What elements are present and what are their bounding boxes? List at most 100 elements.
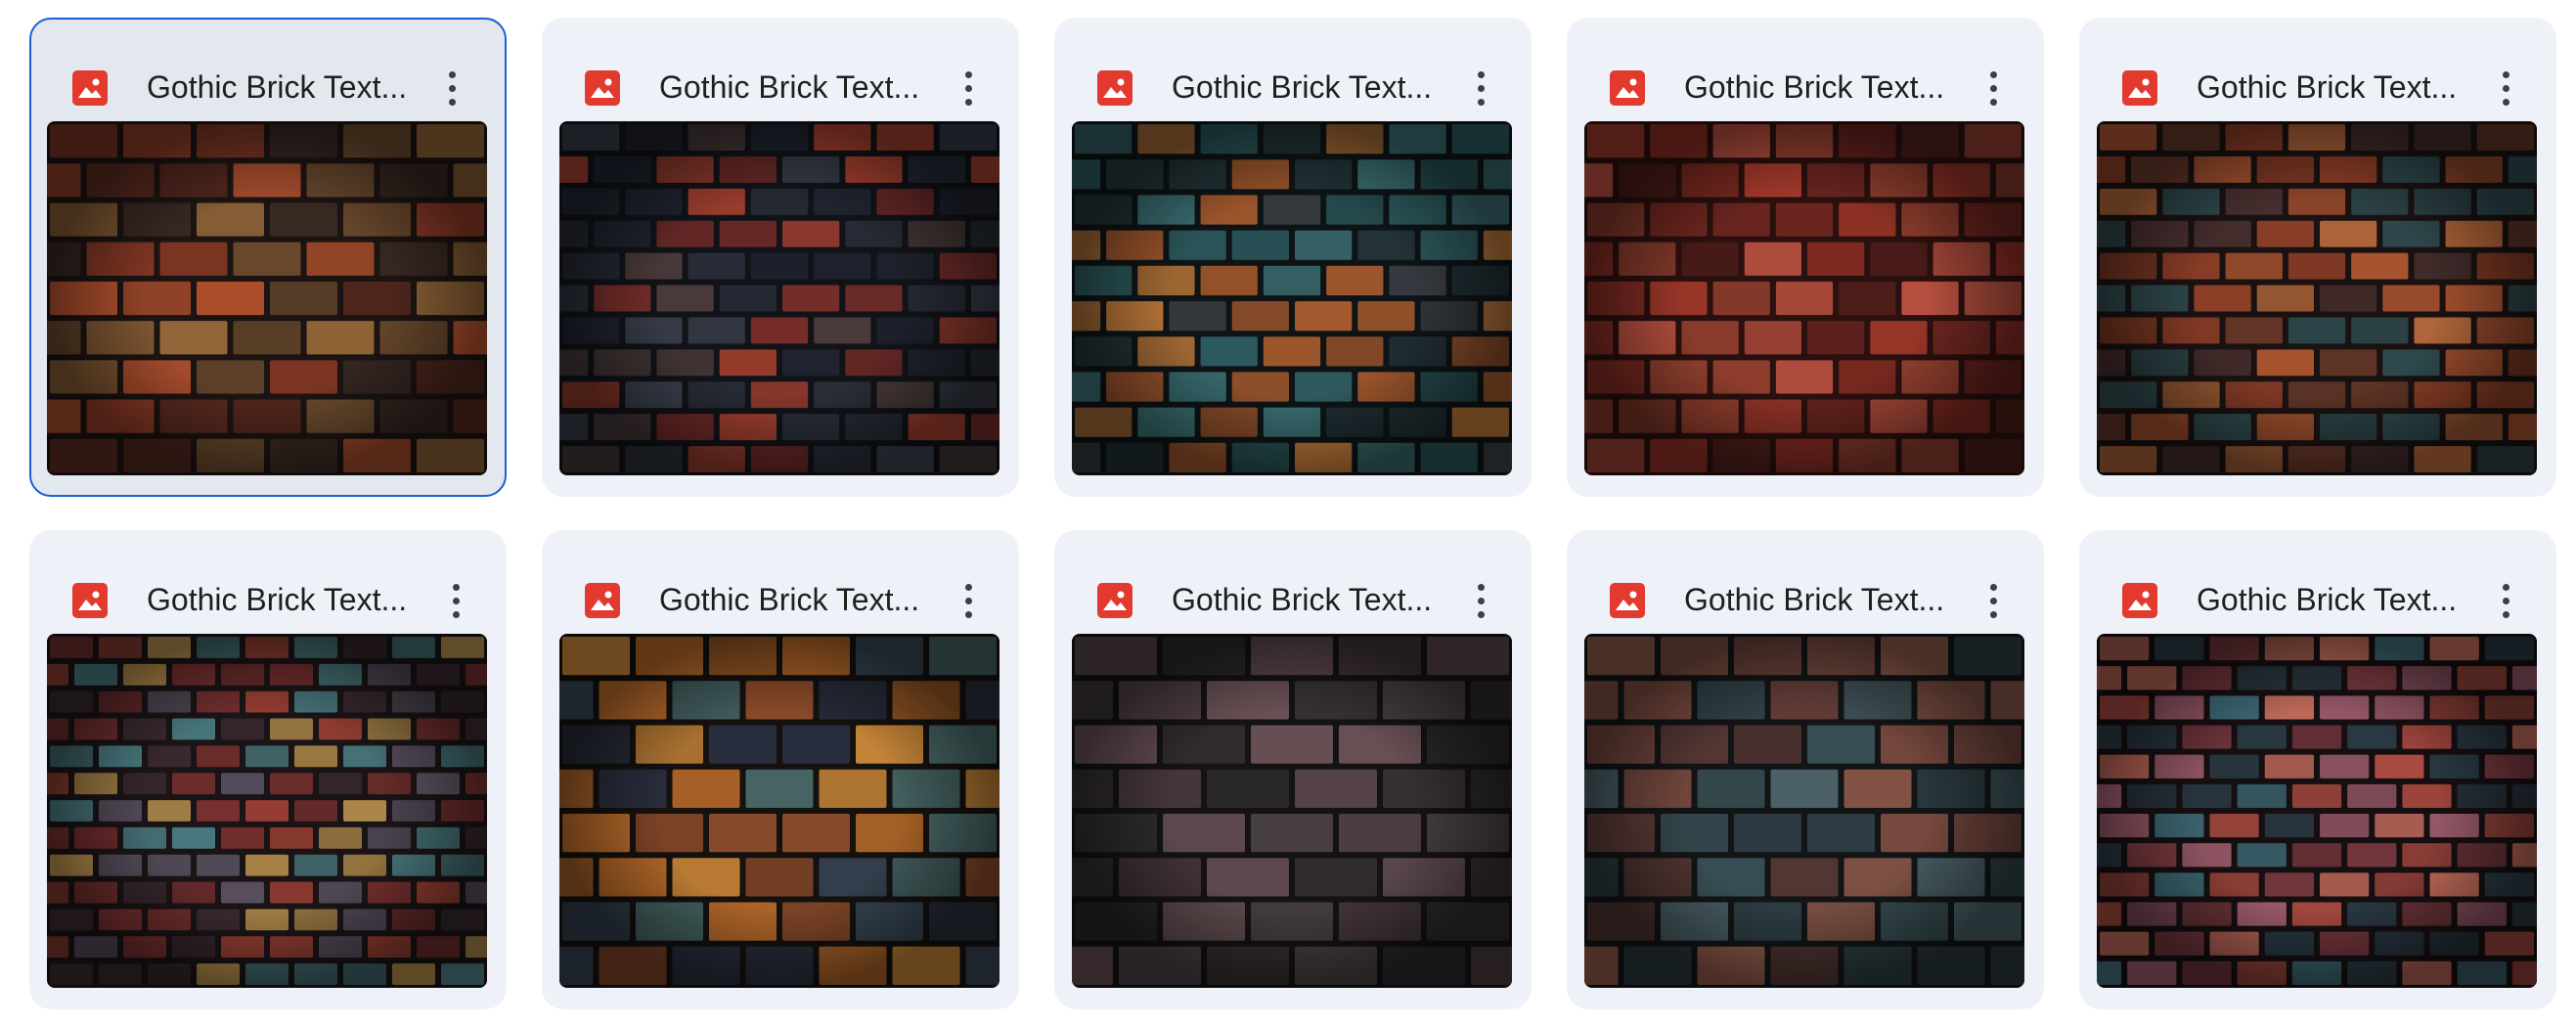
file-card-header: Gothic Brick Text... — [542, 18, 1019, 123]
image-file-icon — [1610, 583, 1645, 618]
file-thumbnail[interactable] — [2097, 634, 2537, 988]
more-vert-icon — [2503, 584, 2509, 591]
brick-texture-image — [559, 634, 999, 988]
more-vert-icon — [965, 584, 972, 591]
file-thumbnail[interactable] — [559, 121, 999, 475]
more-vert-icon-dot — [2503, 99, 2509, 106]
file-card[interactable]: Gothic Brick Text... — [1567, 18, 2044, 497]
file-thumbnail[interactable] — [1584, 634, 2024, 988]
image-file-icon — [1097, 583, 1133, 618]
file-title[interactable]: Gothic Brick Text... — [1172, 67, 1436, 108]
more-vert-icon — [1990, 71, 1997, 78]
file-title[interactable]: Gothic Brick Text... — [1172, 579, 1436, 620]
more-vert-icon-dot — [2503, 598, 2509, 604]
file-card[interactable]: Gothic Brick Text... — [29, 530, 507, 1009]
more-vert-icon — [2503, 71, 2509, 78]
more-actions-button[interactable] — [2478, 573, 2533, 628]
file-thumbnail[interactable] — [47, 121, 487, 475]
image-file-icon — [2122, 70, 2157, 106]
image-file-icon — [72, 583, 108, 618]
more-vert-icon-dot — [2503, 85, 2509, 92]
more-vert-icon-dot — [449, 99, 456, 106]
file-card[interactable]: Gothic Brick Text... — [1054, 530, 1532, 1009]
more-vert-icon-dot — [1990, 611, 1997, 618]
more-vert-icon-dot — [965, 99, 972, 106]
more-vert-icon-dot — [449, 85, 456, 92]
file-card-header: Gothic Brick Text... — [2079, 530, 2556, 636]
file-card-header: Gothic Brick Text... — [1567, 18, 2044, 123]
more-vert-icon — [1478, 71, 1485, 78]
file-title[interactable]: Gothic Brick Text... — [2197, 579, 2461, 620]
brick-texture-image — [1072, 634, 1512, 988]
file-thumbnail[interactable] — [1584, 121, 2024, 475]
file-card[interactable]: Gothic Brick Text... — [1567, 530, 2044, 1009]
more-actions-button[interactable] — [941, 61, 996, 115]
file-card-header: Gothic Brick Text... — [1567, 530, 2044, 636]
brick-texture-image — [1072, 121, 1512, 475]
more-vert-icon — [1990, 584, 1997, 591]
file-thumbnail[interactable] — [47, 634, 487, 988]
file-title[interactable]: Gothic Brick Text... — [659, 67, 923, 108]
more-vert-icon-dot — [1990, 598, 1997, 604]
file-card-header: Gothic Brick Text... — [2079, 18, 2556, 123]
brick-texture-image — [47, 634, 487, 988]
more-vert-icon-dot — [1990, 85, 1997, 92]
more-vert-icon-dot — [965, 598, 972, 604]
brick-texture-image — [559, 121, 999, 475]
image-file-icon — [585, 583, 620, 618]
more-actions-button[interactable] — [424, 61, 479, 115]
more-vert-icon-dot — [2503, 611, 2509, 618]
more-vert-icon-dot — [453, 611, 460, 618]
file-card[interactable]: Gothic Brick Text... — [1054, 18, 1532, 497]
image-file-icon — [1610, 70, 1645, 106]
more-actions-button[interactable] — [428, 573, 483, 628]
file-title[interactable]: Gothic Brick Text... — [1684, 67, 1948, 108]
file-card-header: Gothic Brick Text... — [29, 18, 503, 123]
file-title[interactable]: Gothic Brick Text... — [147, 67, 411, 108]
brick-texture-image — [47, 121, 487, 475]
more-vert-icon — [449, 71, 456, 78]
file-grid: Gothic Brick Text... Gothic Brick Text..… — [0, 0, 2576, 1025]
image-file-icon — [72, 70, 108, 106]
more-vert-icon-dot — [1478, 99, 1485, 106]
more-vert-icon-dot — [1990, 99, 1997, 106]
file-card[interactable]: Gothic Brick Text... — [29, 18, 507, 497]
brick-texture-image — [1584, 634, 2024, 988]
file-card[interactable]: Gothic Brick Text... — [542, 18, 1019, 497]
file-card-header: Gothic Brick Text... — [1054, 530, 1532, 636]
file-thumbnail[interactable] — [1072, 121, 1512, 475]
file-title[interactable]: Gothic Brick Text... — [147, 579, 411, 620]
file-card-header: Gothic Brick Text... — [1054, 18, 1532, 123]
file-card[interactable]: Gothic Brick Text... — [2079, 530, 2556, 1009]
file-card[interactable]: Gothic Brick Text... — [2079, 18, 2556, 497]
more-vert-icon — [453, 584, 460, 591]
more-vert-icon — [1478, 584, 1485, 591]
file-card[interactable]: Gothic Brick Text... — [542, 530, 1019, 1009]
more-vert-icon-dot — [453, 598, 460, 604]
more-actions-button[interactable] — [1966, 573, 2021, 628]
more-vert-icon-dot — [1478, 85, 1485, 92]
more-vert-icon — [965, 71, 972, 78]
file-card-header: Gothic Brick Text... — [29, 530, 507, 636]
file-title[interactable]: Gothic Brick Text... — [2197, 67, 2461, 108]
more-actions-button[interactable] — [2478, 61, 2533, 115]
brick-texture-image — [2097, 121, 2537, 475]
more-actions-button[interactable] — [1453, 61, 1508, 115]
more-actions-button[interactable] — [941, 573, 996, 628]
file-thumbnail[interactable] — [559, 634, 999, 988]
brick-texture-image — [2097, 634, 2537, 988]
brick-texture-image — [1584, 121, 2024, 475]
image-file-icon — [585, 70, 620, 106]
file-card-header: Gothic Brick Text... — [542, 530, 1019, 636]
file-thumbnail[interactable] — [1072, 634, 1512, 988]
file-title[interactable]: Gothic Brick Text... — [1684, 579, 1948, 620]
more-actions-button[interactable] — [1966, 61, 2021, 115]
more-vert-icon-dot — [1478, 611, 1485, 618]
more-actions-button[interactable] — [1453, 573, 1508, 628]
image-file-icon — [2122, 583, 2157, 618]
file-title[interactable]: Gothic Brick Text... — [659, 579, 923, 620]
file-thumbnail[interactable] — [2097, 121, 2537, 475]
more-vert-icon-dot — [1478, 598, 1485, 604]
more-vert-icon-dot — [965, 85, 972, 92]
more-vert-icon-dot — [965, 611, 972, 618]
